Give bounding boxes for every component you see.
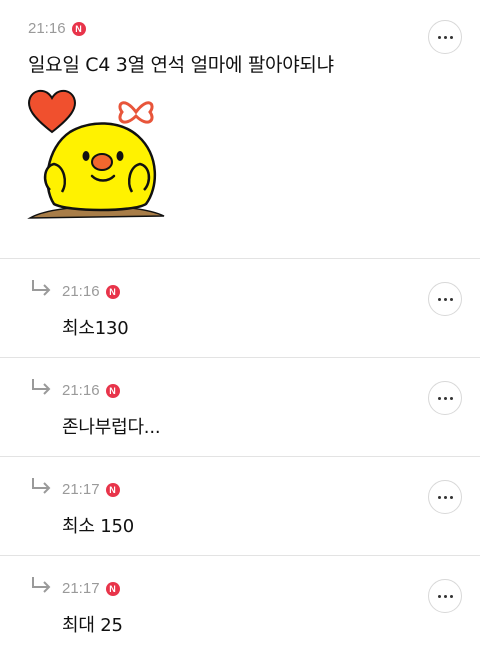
reply-item: 21:16 N 최소130 [0,259,480,358]
reply-meta: 21:16 N [62,382,120,399]
reply-meta: 21:17 N [62,481,120,498]
beak [91,153,113,171]
heart-icon [28,89,76,134]
reply-arrow-icon [32,280,51,296]
more-horizontal-icon [437,594,453,598]
bow-icon [118,101,154,124]
reply-arrow-icon [32,577,51,593]
reply-more-button[interactable] [428,480,462,514]
reply-meta: 21:17 N [62,580,120,597]
reply-item: 21:16 N 존나부럽다... [0,358,480,457]
post-meta: 21:16 N [28,20,86,37]
more-horizontal-icon [437,297,453,301]
reply-text: 존나부럽다... [62,417,161,438]
more-horizontal-icon [437,495,453,499]
reply-meta: 21:16 N [62,283,120,300]
reply-arrow-icon [32,478,51,494]
reply-text: 최소130 [62,318,129,339]
new-badge: N [71,21,86,36]
reply-item: 21:17 N 최대 25 [0,556,480,654]
reply-text: 최소 150 [62,516,134,537]
new-badge: N [105,581,120,596]
post-title: 일요일 C4 3열 연석 얼마에 팔아야되냐 [28,54,334,76]
reply-item: 21:17 N 최소 150 [0,457,480,556]
reply-more-button[interactable] [428,381,462,415]
new-badge: N [105,284,120,299]
post: 21:16 N 일요일 C4 3열 연석 얼마에 팔아야되냐 [0,0,480,259]
post-more-button[interactable] [428,20,462,54]
more-horizontal-icon [437,396,453,400]
reply-text: 최대 25 [62,615,123,636]
more-horizontal-icon [437,35,453,39]
sticker-image [27,89,165,219]
new-badge: N [105,383,120,398]
reply-time: 21:17 [62,481,100,498]
reply-more-button[interactable] [428,282,462,316]
reply-time: 21:16 [62,382,100,399]
post-time: 21:16 [28,20,66,37]
new-badge: N [105,482,120,497]
reply-arrow-icon [32,379,51,395]
reply-time: 21:16 [62,283,100,300]
reply-more-button[interactable] [428,579,462,613]
reply-time: 21:17 [62,580,100,597]
